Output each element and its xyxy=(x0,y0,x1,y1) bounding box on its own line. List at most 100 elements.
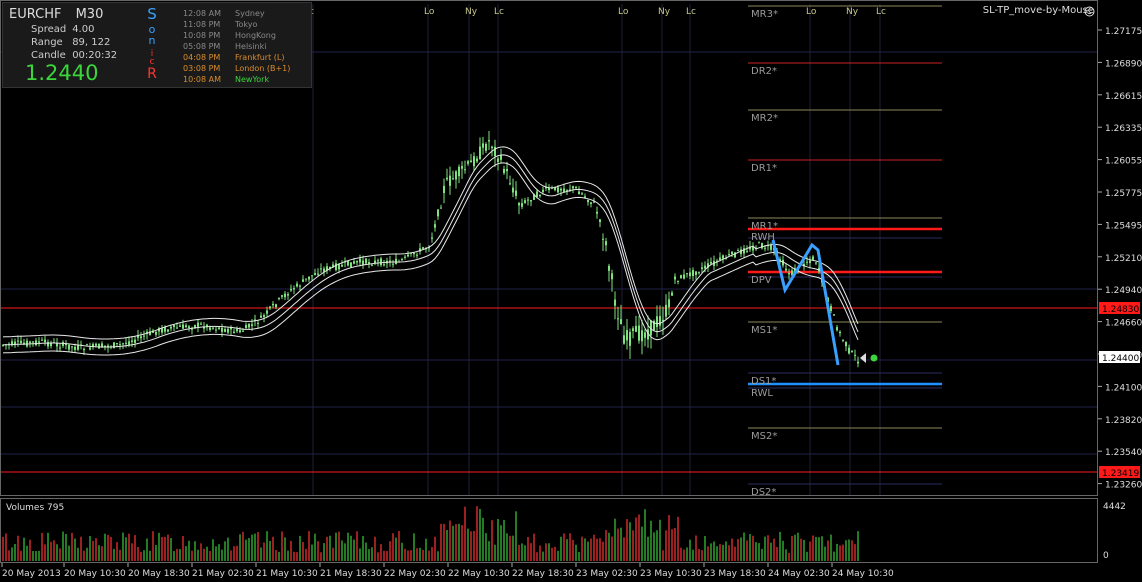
candle-body xyxy=(584,196,586,198)
smiley-icon xyxy=(1084,6,1095,17)
candle-body xyxy=(701,267,703,270)
candle-body xyxy=(242,330,244,332)
candle-body xyxy=(248,323,250,328)
session-marker: Lc xyxy=(686,7,696,17)
pivot-label: MR3* xyxy=(751,9,778,20)
candle-body xyxy=(59,347,61,349)
candle-body xyxy=(491,146,493,149)
candle-body xyxy=(266,310,268,314)
candle-body xyxy=(263,315,265,317)
candle-body xyxy=(359,258,361,263)
candle-body xyxy=(437,209,439,217)
spread-label: Spread xyxy=(31,24,67,35)
candle-body xyxy=(557,187,559,193)
candle-body xyxy=(353,261,355,264)
candle-body xyxy=(530,200,532,202)
candle-body xyxy=(626,330,628,341)
candle-body xyxy=(497,158,499,163)
candle-body xyxy=(446,177,448,180)
candle-body xyxy=(470,160,472,163)
time-axis-label: 21 May 18:30 xyxy=(320,569,382,579)
candle-body xyxy=(311,275,313,277)
candle-body xyxy=(170,326,172,329)
candle-body xyxy=(365,258,367,264)
spread-row: Spread 4.00 xyxy=(31,24,94,35)
candle-body xyxy=(62,342,64,346)
candle-body xyxy=(476,158,478,162)
candle-body xyxy=(737,250,739,252)
indicator-title: SL-TP_move-by-Mouse xyxy=(982,5,1094,16)
candle-body xyxy=(125,342,127,344)
candle-body xyxy=(518,203,520,206)
candle-body xyxy=(542,189,544,193)
candle-body xyxy=(485,144,487,151)
candle-body xyxy=(74,346,76,350)
candle-body xyxy=(659,316,661,326)
candle-body xyxy=(188,326,190,329)
candle-body xyxy=(140,336,142,339)
candle-body xyxy=(293,288,295,290)
candle-body xyxy=(173,324,175,328)
candle-body xyxy=(83,348,85,351)
price-axis-label: 1.26615 xyxy=(1105,92,1142,102)
candle-body xyxy=(95,343,97,346)
candle-body xyxy=(629,331,631,346)
time-axis-label: 20 May 10:30 xyxy=(64,569,126,579)
candle-body xyxy=(596,211,598,214)
pivot-label: MR2* xyxy=(751,113,778,124)
session-row: 03:08 PM London (B+1) xyxy=(183,64,291,73)
candle-body xyxy=(350,262,352,268)
symbol-info-panel: EURCHF M30 Spread 4.00 Range 89, 122 Can… xyxy=(2,2,312,88)
candle-body xyxy=(287,294,289,296)
candle-body xyxy=(236,329,238,332)
candle-body xyxy=(86,344,88,346)
candle-body xyxy=(227,328,229,333)
candle-body xyxy=(674,276,676,280)
candle-body xyxy=(335,263,337,271)
candle-body xyxy=(182,324,184,329)
candle-body xyxy=(89,347,91,350)
candle-body xyxy=(338,264,340,270)
candle-body xyxy=(482,143,484,148)
candle-body xyxy=(122,343,124,345)
candle-body xyxy=(500,155,502,160)
pivot-label: MR1* xyxy=(751,221,778,232)
candle-body xyxy=(401,259,403,261)
candle-body xyxy=(527,199,529,201)
candle-body xyxy=(200,323,202,325)
candle-body xyxy=(731,251,733,255)
candle-body xyxy=(641,330,643,342)
pivot-label: DPV xyxy=(751,275,772,286)
candle-body xyxy=(638,325,640,341)
candle-row: Candle 00:20:32 xyxy=(31,50,117,61)
session-marker: Lo xyxy=(424,7,435,17)
candle-body xyxy=(341,264,343,267)
candle-body xyxy=(275,304,277,308)
volume-scale-max: 4442 xyxy=(1103,502,1126,512)
price-tag-label: 1.24400 xyxy=(1102,354,1139,364)
candle-body xyxy=(290,288,292,291)
symbol-name: EURCHF xyxy=(9,7,62,22)
candle-body xyxy=(35,340,37,346)
candle-body xyxy=(581,193,583,195)
candle-body xyxy=(785,268,787,271)
candle-body xyxy=(836,327,838,331)
time-axis-label: 20 May 2013 xyxy=(2,569,61,579)
moving-average-band-1 xyxy=(2,154,859,348)
price-tag-label: 1.23419 xyxy=(1102,469,1139,479)
volumes-label: Volumes 795 xyxy=(6,503,65,513)
pivot-label: DS1* xyxy=(751,376,776,387)
candle-body xyxy=(317,273,319,275)
candle-body xyxy=(815,262,817,264)
candle-body xyxy=(272,303,274,306)
session-row: 05:08 PM Helsinki xyxy=(183,42,267,51)
current-price: 1.2440 xyxy=(25,61,99,85)
candle-body xyxy=(563,188,565,193)
candle-body xyxy=(857,361,859,364)
symbol-timeframe: EURCHF M30 xyxy=(9,7,113,22)
moving-average-band-2 xyxy=(2,162,859,356)
session-marker: Ny xyxy=(658,7,671,17)
candle-body xyxy=(665,304,667,317)
candle-timer: 00:20:32 xyxy=(72,50,118,61)
candle-body xyxy=(245,324,247,329)
